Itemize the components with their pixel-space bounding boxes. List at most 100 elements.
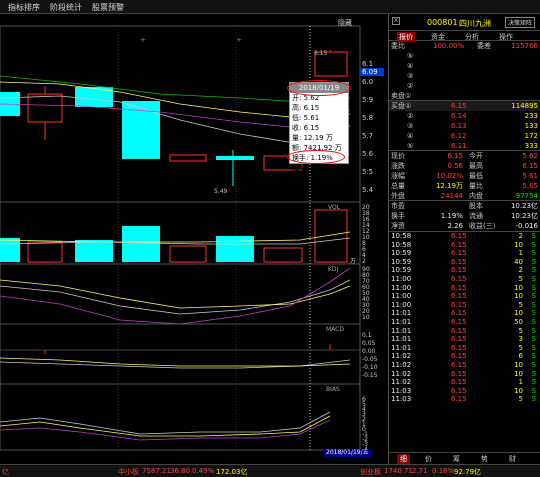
tick-price: 6.15 (451, 395, 467, 404)
close-icon[interactable]: × (392, 17, 400, 25)
cyb-value: 1740.71 (384, 467, 413, 475)
tick-volume: 5 (518, 326, 523, 335)
bias-panel-label[interactable]: BIAS (326, 386, 340, 393)
tick-row: 11:01 6.15 10 S (389, 309, 540, 318)
kline-chart-area[interactable]: 6.1 6.09 6.0 5.9 5.8 5.7 5.6 5.5 5.4 6.1… (0, 14, 388, 464)
quote-stat-row: 市盈 股本 10.23亿 (389, 201, 540, 211)
tick-volume: 10 (514, 309, 523, 318)
tab-finance[interactable]: 财 (509, 454, 516, 464)
crosshair-date-chip: 2018/01/19/五 (324, 449, 371, 457)
tick-time: 10:59 (391, 249, 412, 258)
tick-price: 6.15 (451, 326, 467, 335)
highlight-oval-change (287, 150, 345, 164)
macd-tick: 0.1 (362, 332, 372, 339)
status-left: 亿 (2, 468, 9, 476)
zxb-pct: 0.49% (192, 467, 215, 475)
tick-row: 11:01 6.15 5 S (389, 327, 540, 336)
kdj-panel-label[interactable]: KDJ (328, 266, 338, 273)
tick-time: 10:58 (391, 240, 412, 249)
tick-row: 11:02 6.15 10 S (389, 361, 540, 370)
tick-row: 11:00 6.15 10 S (389, 284, 540, 293)
stat-label: 股本 (469, 202, 483, 210)
tick-volume: 5 (518, 274, 523, 283)
quote-stat-row: 净资 2.26 收益(三) -0.016 (389, 221, 540, 231)
vol-bar-1 (0, 238, 20, 262)
quote-tabs: 报价 资金 分析 操作 (389, 31, 540, 42)
tick-direction: S (531, 232, 536, 240)
sell-row: 卖盘① (389, 91, 540, 101)
macd-panel-label[interactable]: MACD (326, 326, 344, 333)
tick-price: 6.15 (451, 240, 467, 249)
tick-row: 10:59 6.15 40 S (389, 258, 540, 267)
tooltip-low: 低: 5.61 (292, 114, 320, 122)
tick-row: 11:00 6.15 5 S (389, 301, 540, 310)
tick-price: 6.15 (451, 352, 467, 361)
tick-row: 11:00 6.15 10 S (389, 292, 540, 301)
menu-stock-alert[interactable]: 股票预警 (92, 2, 124, 13)
menu-indicator-sort[interactable]: 指标排序 (8, 2, 40, 13)
tick-row: 11:00 6.15 5 S (389, 275, 540, 284)
tab-price[interactable]: 价 (425, 454, 432, 464)
tick-volume: 10 (514, 360, 523, 369)
buy-price: 6.11 (451, 142, 467, 150)
tab-trend[interactable]: 势 (481, 454, 488, 464)
vol-bar-4 (122, 226, 160, 262)
price-tick: 5.4 (362, 186, 374, 194)
buy-volume: 233 (524, 112, 538, 120)
cyb-label[interactable]: 创业板 (360, 467, 381, 477)
stat-label: 收益(三) (469, 222, 496, 230)
buy-volume: 133 (524, 122, 538, 130)
plus-marker: + (236, 36, 242, 44)
tick-direction: S (531, 360, 536, 369)
tick-direction: S (531, 326, 536, 335)
buy-price: 6.15 (451, 102, 467, 110)
stat-label: 内盘 (469, 192, 483, 200)
tick-price: 6.15 (451, 283, 467, 292)
tab-detail[interactable]: 细 (397, 454, 410, 464)
weibi-row: 委比 100.00% 委差 115766 (389, 41, 540, 51)
tick-time: 11:02 (391, 352, 412, 361)
tick-time: 10:59 (391, 257, 412, 266)
tick-volume: 6 (518, 352, 523, 361)
macd-dif-line (0, 359, 351, 369)
tick-direction: S (531, 292, 536, 301)
tick-price: 6.15 (451, 369, 467, 378)
decision-matrix-button[interactable]: 决策矩阵 (505, 17, 536, 28)
tick-price: 6.15 (451, 292, 467, 301)
stat-value: 6.15 (447, 152, 463, 160)
tick-direction: S (531, 274, 536, 283)
tick-time: 11:01 (391, 309, 412, 318)
tick-volume: 10 (514, 386, 523, 395)
tick-direction: S (531, 283, 536, 292)
tick-direction: S (531, 395, 536, 404)
zxb-label[interactable]: 中小板 (118, 467, 139, 477)
tick-row: 11:03 6.15 10 S (389, 387, 540, 396)
buy-level: ④ (407, 132, 414, 140)
stat-label: 流通 (469, 212, 483, 220)
kdj-j-line (0, 267, 351, 325)
tick-time: 11:02 (391, 369, 412, 378)
sell-level: ② (407, 82, 414, 90)
tick-volume: 10 (514, 283, 523, 292)
sell-row: ③ (389, 71, 540, 81)
volume-bars (0, 209, 348, 263)
tick-row: 11:01 6.15 3 S (389, 335, 540, 344)
tick-row: 11:02 6.15 1 S (389, 378, 540, 387)
stat-value: 12.19万 (435, 182, 463, 190)
tick-list[interactable]: 10:58 6.15 2 S 10:58 6.15 10 S 10:59 6.15 1 S 10:59 6… (389, 231, 540, 404)
sell-row: ⑤ (389, 51, 540, 61)
stat-label: 现价 (391, 152, 405, 160)
stat-label: 换手 (391, 212, 405, 220)
tooltip-close: 收: 6.15 (292, 124, 320, 132)
stat-value: 10.23亿 (510, 202, 538, 210)
sell-row: ④ (389, 61, 540, 71)
tab-chips[interactable]: 筹 (453, 454, 460, 464)
tick-time: 11:01 (391, 335, 412, 344)
tick-price: 6.15 (451, 249, 467, 258)
hide-button[interactable]: 隐藏 (338, 18, 352, 28)
tick-direction: S (531, 352, 536, 361)
vol-panel-label[interactable]: VOL (328, 204, 340, 211)
menu-period-stats[interactable]: 阶段统计 (50, 2, 82, 13)
tick-direction: S (531, 266, 536, 275)
macd-tick: -0.10 (362, 364, 378, 371)
